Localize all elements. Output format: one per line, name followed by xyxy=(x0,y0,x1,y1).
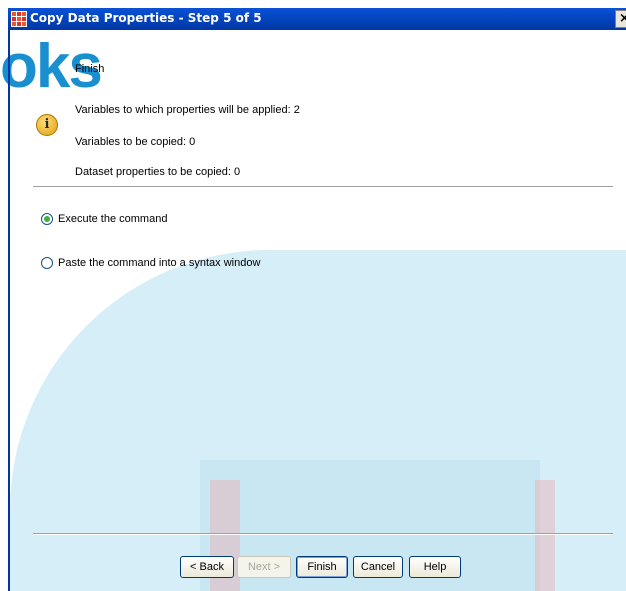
paste-syntax-radio[interactable] xyxy=(41,257,53,269)
title-bar: Copy Data Properties - Step 5 of 5 × xyxy=(8,8,626,30)
top-divider xyxy=(33,186,613,188)
next-button[interactable]: Next > xyxy=(237,556,291,578)
copy-data-properties-dialog: Copy Data Properties - Step 5 of 5 × oks… xyxy=(0,0,626,591)
finish-button[interactable]: Finish xyxy=(296,556,348,578)
paste-syntax-label[interactable]: Paste the command into a syntax window xyxy=(58,257,260,269)
finish-heading: Finish xyxy=(75,63,105,75)
summary-line-variables-applied: Variables to which properties will be ap… xyxy=(75,104,300,116)
back-button[interactable]: < Back xyxy=(180,556,234,578)
bottom-divider xyxy=(33,533,613,535)
close-button[interactable]: × xyxy=(615,10,626,28)
info-icon: i xyxy=(36,114,58,136)
summary-line-dataset-properties: Dataset properties to be copied: 0 xyxy=(75,166,241,178)
window-title: Copy Data Properties - Step 5 of 5 xyxy=(30,11,262,25)
cancel-button[interactable]: Cancel xyxy=(353,556,403,578)
execute-command-label[interactable]: Execute the command xyxy=(58,213,167,225)
help-button[interactable]: Help xyxy=(409,556,461,578)
spreadsheet-icon xyxy=(11,11,27,27)
summary-line-variables-copied: Variables to be copied: 0 xyxy=(75,136,196,148)
background-decoration-bar-right xyxy=(535,480,555,591)
window-frame-left xyxy=(8,30,10,591)
execute-command-radio[interactable] xyxy=(41,213,53,225)
